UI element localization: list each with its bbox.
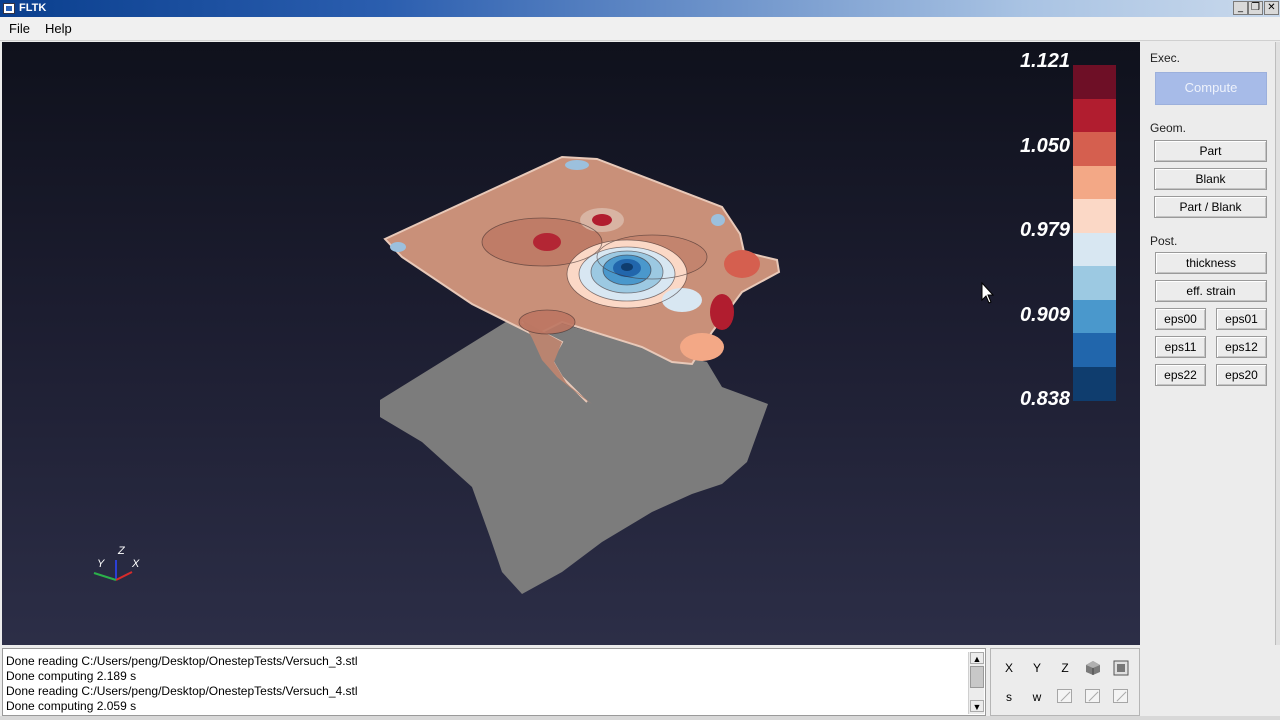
scene-render bbox=[93, 155, 995, 594]
geom-section-label: Geom. bbox=[1150, 121, 1187, 135]
legend-swatch bbox=[1073, 366, 1116, 401]
eps11-button[interactable]: eps11 bbox=[1155, 336, 1206, 358]
legend-swatch bbox=[1073, 65, 1116, 99]
restore-button[interactable]: ❐ bbox=[1248, 1, 1263, 15]
scroll-thumb[interactable] bbox=[970, 666, 984, 688]
legend-swatch bbox=[1073, 165, 1116, 200]
toggle-checkbox-icon[interactable] bbox=[1057, 689, 1072, 703]
eps12-button[interactable]: eps12 bbox=[1216, 336, 1267, 358]
view-y-button[interactable]: Y bbox=[1027, 661, 1047, 675]
wireframe-mode-button[interactable]: w bbox=[1027, 690, 1047, 704]
menu-bar: File Help bbox=[0, 17, 1280, 41]
app-icon bbox=[3, 3, 15, 14]
part-button[interactable]: Part bbox=[1154, 140, 1267, 162]
solid-mode-button[interactable]: s bbox=[999, 690, 1019, 704]
title-bar: FLTK _ ❐ ✕ bbox=[0, 0, 1280, 17]
exec-section-label: Exec. bbox=[1150, 51, 1181, 65]
view-x-button[interactable]: X bbox=[999, 661, 1019, 675]
legend-label: 0.979 bbox=[1019, 219, 1070, 241]
eps20-button[interactable]: eps20 bbox=[1216, 364, 1267, 386]
fit-view-icon[interactable] bbox=[1113, 660, 1129, 676]
3d-viewport[interactable]: Z Y X 1.121 1.050 0.979 0.909 0.838 bbox=[2, 42, 1140, 645]
close-button[interactable]: ✕ bbox=[1264, 1, 1279, 15]
legend-label: 1.050 bbox=[1019, 135, 1070, 157]
legend-swatch bbox=[1073, 98, 1116, 133]
legend-swatch bbox=[1073, 333, 1116, 367]
legend-label-min: 0.838 bbox=[1019, 388, 1070, 410]
contour-region bbox=[711, 214, 725, 226]
eff-strain-button[interactable]: eff. strain bbox=[1155, 280, 1267, 302]
legend-swatch bbox=[1073, 199, 1116, 233]
log-line: Done computing 2.189 s bbox=[6, 669, 137, 683]
legend-label: 0.909 bbox=[1019, 304, 1070, 326]
legend-swatch bbox=[1073, 266, 1116, 300]
log-console[interactable]: Done reading C:/Users/peng/Desktop/Onest… bbox=[2, 648, 986, 716]
part-blank-button[interactable]: Part / Blank bbox=[1154, 196, 1267, 218]
contour-region bbox=[710, 294, 734, 330]
contour-region bbox=[662, 288, 702, 312]
status-strip bbox=[0, 716, 1280, 720]
eps01-button[interactable]: eps01 bbox=[1216, 308, 1267, 330]
eps22-button[interactable]: eps22 bbox=[1155, 364, 1206, 386]
toggle-checkbox-icon[interactable] bbox=[1113, 689, 1128, 703]
post-section-label: Post. bbox=[1150, 234, 1178, 248]
contour-region bbox=[390, 242, 406, 252]
log-line: Done reading C:/Users/peng/Desktop/Onest… bbox=[6, 684, 358, 698]
panel-resize-handle[interactable] bbox=[1275, 42, 1280, 645]
toggle-checkbox-icon[interactable] bbox=[1085, 689, 1100, 703]
view-z-button[interactable]: Z bbox=[1055, 661, 1075, 675]
legend-swatch bbox=[1073, 132, 1116, 166]
axis-y-label: Y bbox=[97, 558, 105, 570]
contour-region bbox=[621, 263, 633, 271]
contour-region bbox=[565, 160, 589, 170]
window-title: FLTK bbox=[19, 2, 47, 14]
control-panel: Exec. Compute Geom. Part Blank Part / Bl… bbox=[1140, 42, 1275, 645]
contour-region bbox=[592, 214, 612, 226]
axis-x-label: X bbox=[132, 558, 140, 570]
legend-swatch bbox=[1073, 299, 1116, 334]
mouse-cursor bbox=[981, 281, 995, 304]
menu-help[interactable]: Help bbox=[45, 21, 72, 36]
contour-region bbox=[533, 233, 561, 251]
blank-button[interactable]: Blank bbox=[1154, 168, 1267, 190]
compute-button[interactable]: Compute bbox=[1155, 72, 1267, 105]
isometric-view-icon[interactable] bbox=[1085, 660, 1101, 676]
scroll-up-icon[interactable]: ▲ bbox=[970, 652, 984, 664]
contour-region bbox=[680, 333, 724, 361]
view-toolbar: X Y Z s w bbox=[990, 648, 1140, 716]
eps00-button[interactable]: eps00 bbox=[1155, 308, 1206, 330]
log-line: Done computing 2.059 s bbox=[6, 699, 137, 713]
legend-swatch bbox=[1073, 232, 1116, 267]
thickness-button[interactable]: thickness bbox=[1155, 252, 1267, 274]
minimize-button[interactable]: _ bbox=[1233, 1, 1248, 15]
contour-region bbox=[724, 250, 760, 278]
scroll-down-icon[interactable]: ▼ bbox=[970, 700, 984, 712]
log-line: Done reading C:/Users/peng/Desktop/Onest… bbox=[6, 654, 358, 668]
console-scrollbar[interactable]: ▲ ▼ bbox=[968, 652, 984, 714]
axis-z-label: Z bbox=[118, 545, 125, 557]
menu-file[interactable]: File bbox=[9, 21, 30, 36]
legend-label-max: 1.121 bbox=[1019, 50, 1070, 72]
